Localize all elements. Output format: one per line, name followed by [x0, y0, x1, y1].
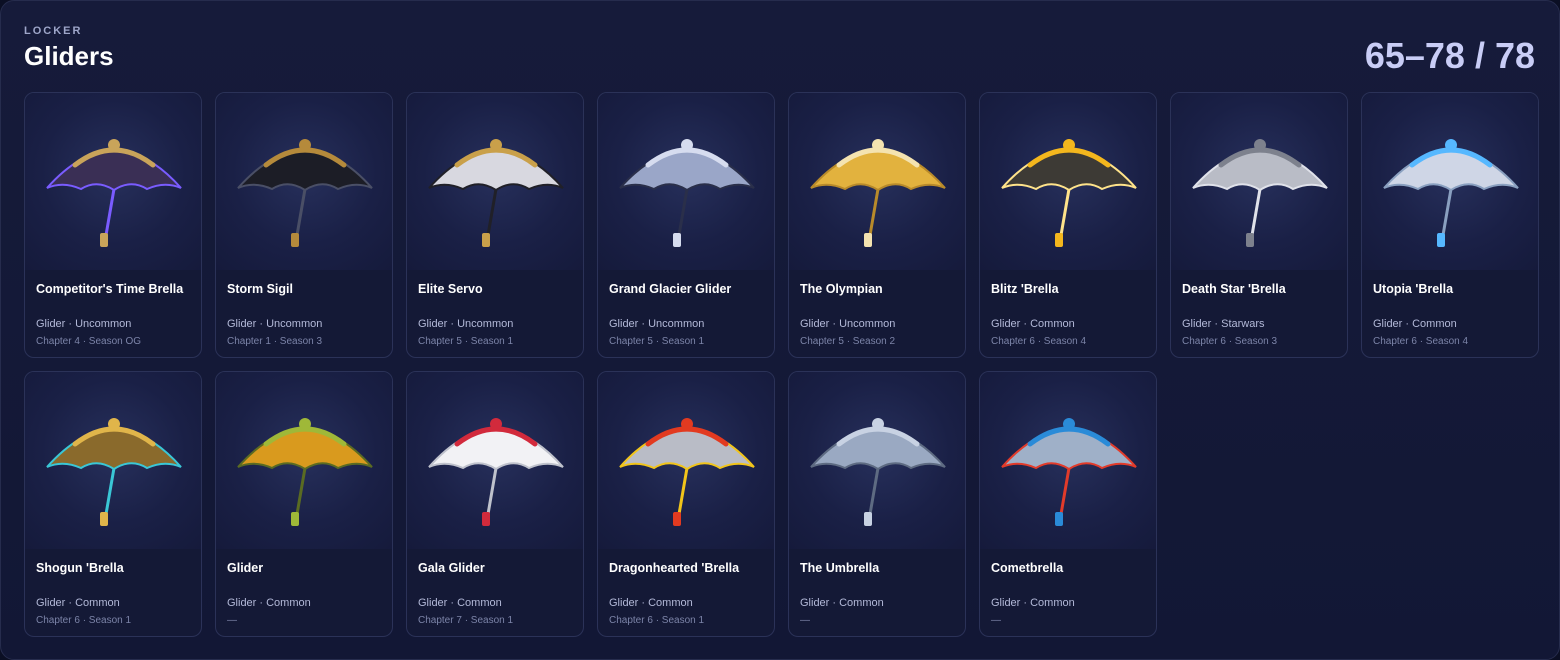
glider-card[interactable]: Storm Sigil Glider · Uncommon Chapter 1 · …: [215, 92, 393, 358]
the-umbrella-icon: [789, 372, 965, 549]
glider-rarity: Glider · Uncommon: [800, 318, 896, 330]
glider-name: Utopia 'Brella: [1373, 282, 1454, 296]
item-count: 65–78 / 78: [1364, 35, 1535, 76]
glider-name: The Olympian: [800, 282, 883, 296]
glider-card[interactable]: Gala Glider Glider · Common Chapter 7 · Se…: [406, 371, 584, 637]
glider-rarity: Glider · Common: [991, 318, 1075, 330]
glider-season: Chapter 6 · Season 4: [1373, 336, 1469, 347]
glider-name: Blitz 'Brella: [991, 282, 1059, 296]
competitors-time-brella-icon: [25, 93, 201, 270]
glider-season: —: [991, 615, 1001, 626]
glider-name: Cometbrella: [991, 561, 1064, 575]
glider-card[interactable]: Competitor's Time Brella Glider · Uncommo…: [24, 92, 202, 358]
shogun-brella-icon: [25, 372, 201, 549]
glider-name: Competitor's Time Brella: [36, 282, 184, 296]
cometbrella-icon: [980, 372, 1156, 549]
glider-name: Dragonhearted 'Brella: [609, 561, 740, 575]
glider-season: Chapter 6 · Season 3: [1182, 336, 1278, 347]
gala-glider-icon: [407, 372, 583, 549]
glider-grid: Competitor's Time Brella Glider · Uncommo…: [24, 92, 1539, 637]
glider-name: Gala Glider: [418, 561, 485, 575]
glider-season: Chapter 6 · Season 1: [36, 615, 132, 626]
glider-season: —: [800, 615, 810, 626]
glider-rarity: Glider · Common: [1373, 318, 1457, 330]
glider-rarity: Glider · Common: [991, 597, 1075, 609]
glider-season: Chapter 1 · Season 3: [227, 336, 323, 347]
glider-name: Glider: [227, 561, 264, 575]
glider-card[interactable]: Grand Glacier Glider Glider · Uncommon Cha…: [597, 92, 775, 358]
glider-season: Chapter 5 · Season 1: [609, 336, 705, 347]
grand-glacier-glider-icon: [598, 93, 774, 270]
glider-season: Chapter 6 · Season 1: [609, 615, 705, 626]
glider-name: Elite Servo: [418, 282, 483, 296]
the-olympian-icon: [789, 93, 965, 270]
glider-card[interactable]: Blitz 'Brella Glider · Common Chapter 6 · …: [979, 92, 1157, 358]
glider-rarity: Glider · Uncommon: [227, 318, 323, 330]
glider-card[interactable]: Death Star 'Brella Glider · Starwars Chapt…: [1170, 92, 1348, 358]
glider-card[interactable]: Elite Servo Glider · Uncommon Chapter 5 · …: [406, 92, 584, 358]
glider-card[interactable]: Glider Glider · Common —: [215, 371, 393, 637]
glider-icon: [216, 372, 392, 549]
glider-season: Chapter 4 · Season OG: [36, 336, 142, 347]
glider-card[interactable]: Shogun 'Brella Glider · Common Chapter 6 ·…: [24, 371, 202, 637]
section-kicker: LOCKER: [24, 25, 83, 37]
glider-name: Grand Glacier Glider: [609, 282, 732, 296]
death-star-brella-icon: [1171, 93, 1347, 270]
glider-rarity: Glider · Common: [36, 597, 120, 609]
glider-card[interactable]: Utopia 'Brella Glider · Common Chapter 6 ·…: [1361, 92, 1539, 358]
glider-name: Storm Sigil: [227, 282, 293, 296]
glider-rarity: Glider · Uncommon: [36, 318, 132, 330]
glider-card[interactable]: The Umbrella Glider · Common —: [788, 371, 966, 637]
glider-season: —: [227, 615, 237, 626]
blitz-brella-icon: [980, 93, 1156, 270]
glider-rarity: Glider · Common: [800, 597, 884, 609]
glider-rarity: Glider · Uncommon: [418, 318, 514, 330]
glider-season: Chapter 7 · Season 1: [418, 615, 514, 626]
glider-rarity: Glider · Starwars: [1182, 318, 1265, 330]
glider-card[interactable]: Dragonhearted 'Brella Glider · Common Chap…: [597, 371, 775, 637]
glider-season: Chapter 5 · Season 2: [800, 336, 896, 347]
glider-rarity: Glider · Common: [227, 597, 311, 609]
page-title: Gliders: [24, 41, 114, 71]
glider-name: The Umbrella: [800, 561, 880, 575]
utopia-brella-icon: [1362, 93, 1538, 270]
locker-panel: LOCKER Gliders 65–78 / 78 Competitor's T…: [0, 0, 1560, 660]
storm-sigil-icon: [216, 93, 392, 270]
glider-card[interactable]: Cometbrella Glider · Common —: [979, 371, 1157, 637]
glider-season: Chapter 5 · Season 1: [418, 336, 514, 347]
glider-name: Death Star 'Brella: [1182, 282, 1286, 296]
glider-rarity: Glider · Common: [609, 597, 693, 609]
glider-card[interactable]: The Olympian Glider · Uncommon Chapter 5 ·…: [788, 92, 966, 358]
glider-rarity: Glider · Uncommon: [609, 318, 705, 330]
glider-season: Chapter 6 · Season 4: [991, 336, 1087, 347]
glider-rarity: Glider · Common: [418, 597, 502, 609]
elite-servo-icon: [407, 93, 583, 270]
dragonhearted-brella-icon: [598, 372, 774, 549]
glider-name: Shogun 'Brella: [36, 561, 124, 575]
